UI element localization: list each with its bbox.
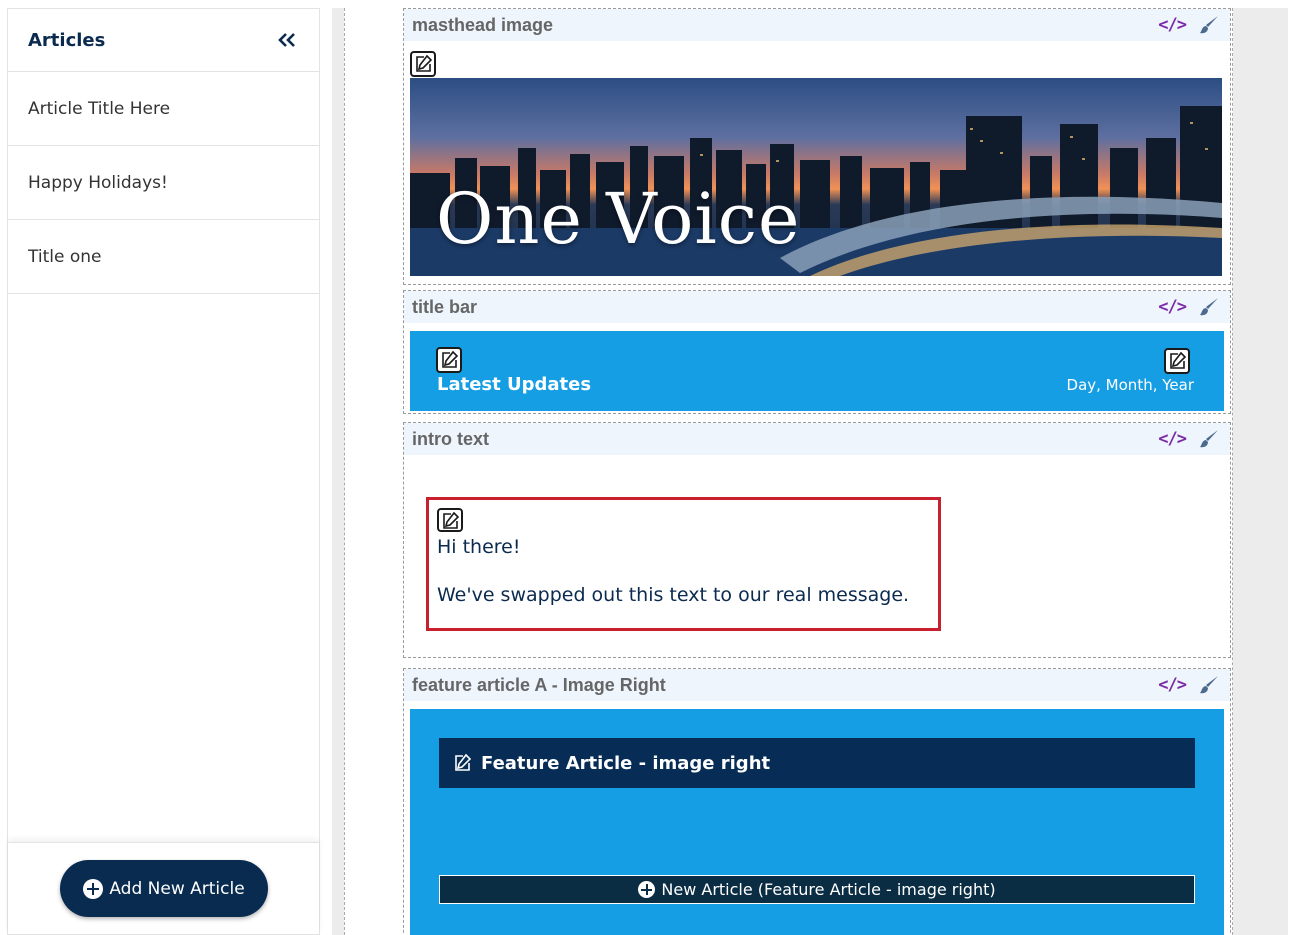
- edit-icon[interactable]: [453, 753, 473, 773]
- brush-icon[interactable]: [1198, 14, 1220, 36]
- masthead-title: One Voice: [436, 178, 801, 260]
- feature-article-block[interactable]: feature article A - Image Right </> Feat…: [403, 668, 1231, 935]
- feature-article-heading-bar[interactable]: Feature Article - image right: [439, 738, 1195, 788]
- block-toolbar: feature article A - Image Right </>: [404, 669, 1230, 701]
- sidebar-item-title-one[interactable]: Title one: [8, 220, 319, 294]
- brush-icon[interactable]: [1198, 674, 1220, 696]
- collapse-sidebar-icon[interactable]: [277, 30, 297, 50]
- articles-sidebar: Articles Article Title Here Happy Holida…: [7, 8, 320, 935]
- email-document: masthead image </> One Voice title bar <…: [344, 8, 1233, 935]
- block-toolbar: title bar </>: [404, 291, 1230, 323]
- sidebar-header: Articles: [8, 9, 319, 72]
- block-label: title bar: [412, 296, 478, 317]
- feature-article-heading: Feature Article - image right: [481, 752, 771, 774]
- new-feature-article-label: New Article (Feature Article - image rig…: [661, 880, 996, 899]
- sidebar-item-article-title-here[interactable]: Article Title Here: [8, 72, 319, 146]
- sidebar-item-label: Article Title Here: [28, 98, 171, 119]
- edit-icon[interactable]: [437, 508, 463, 532]
- new-feature-article-button[interactable]: New Article (Feature Article - image rig…: [439, 875, 1195, 904]
- block-tools: </>: [1158, 674, 1220, 696]
- block-label: feature article A - Image Right: [412, 674, 666, 695]
- sidebar-item-label: Happy Holidays!: [28, 172, 168, 193]
- block-label: masthead image: [412, 14, 554, 35]
- intro-text-block[interactable]: intro text </> Hi there! We've swapped o…: [403, 422, 1231, 658]
- brush-icon[interactable]: [1198, 428, 1220, 450]
- sidebar-item-label: Title one: [28, 246, 102, 267]
- edit-icon[interactable]: [436, 347, 462, 373]
- editor-canvas: masthead image </> One Voice title bar <…: [332, 8, 1288, 935]
- sidebar-item-happy-holidays[interactable]: Happy Holidays!: [8, 146, 319, 220]
- intro-greeting: Hi there!: [437, 536, 521, 558]
- edit-icon[interactable]: [410, 51, 436, 77]
- add-new-article-button[interactable]: Add New Article: [60, 860, 268, 917]
- plus-circle-icon: [638, 881, 656, 898]
- sidebar-title: Articles: [28, 29, 106, 51]
- sidebar-footer: Add New Article: [8, 842, 319, 934]
- intro-text-editable-region[interactable]: Hi there! We've swapped out this text to…: [426, 497, 941, 631]
- add-new-article-label: Add New Article: [109, 878, 245, 899]
- plus-circle-icon: [83, 878, 104, 899]
- code-icon[interactable]: </>: [1158, 675, 1187, 695]
- brush-icon[interactable]: [1198, 296, 1220, 318]
- block-tools: </>: [1158, 14, 1220, 36]
- title-bar-heading: Latest Updates: [437, 374, 592, 395]
- masthead-hero-image: One Voice: [410, 78, 1222, 276]
- block-toolbar: masthead image </>: [404, 9, 1230, 41]
- code-icon[interactable]: </>: [1158, 15, 1187, 35]
- title-bar-date: Day, Month, Year: [1066, 376, 1194, 394]
- edit-icon[interactable]: [1164, 348, 1190, 374]
- masthead-image-block[interactable]: masthead image </> One Voice: [403, 8, 1231, 285]
- title-bar-block[interactable]: title bar </> Latest Updates Day, Month,…: [403, 290, 1231, 414]
- app-root: Articles Article Title Here Happy Holida…: [0, 0, 1300, 935]
- block-toolbar: intro text </>: [404, 423, 1230, 455]
- title-bar-panel: Latest Updates Day, Month, Year: [410, 331, 1224, 411]
- block-tools: </>: [1158, 428, 1220, 450]
- block-tools: </>: [1158, 296, 1220, 318]
- code-icon[interactable]: </>: [1158, 429, 1187, 449]
- intro-message: We've swapped out this text to our real …: [437, 584, 910, 606]
- feature-article-panel: Feature Article - image right New Articl…: [410, 709, 1224, 935]
- block-label: intro text: [412, 428, 490, 449]
- code-icon[interactable]: </>: [1158, 297, 1187, 317]
